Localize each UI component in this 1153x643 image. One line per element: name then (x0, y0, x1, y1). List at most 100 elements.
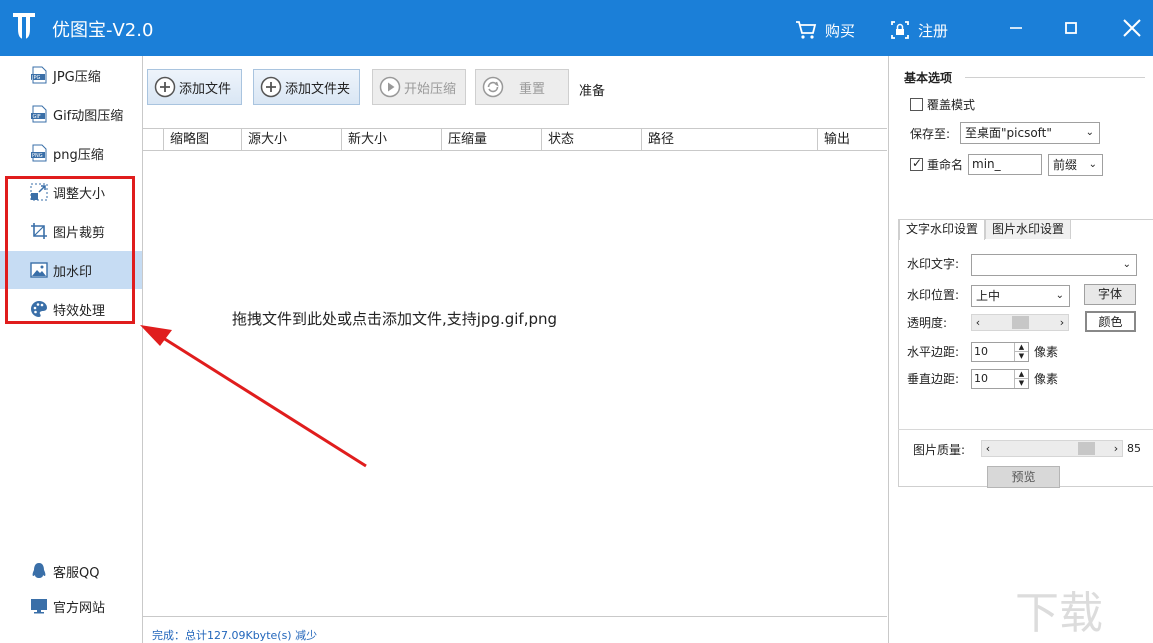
column-header[interactable]: 路径 (641, 129, 817, 150)
save-to-value: 至桌面"picsoft" (965, 126, 1052, 140)
register-lock-icon (891, 21, 909, 39)
add-folder-label: 添加文件夹 (285, 81, 351, 97)
maximize-icon (1065, 22, 1077, 34)
crop-icon (30, 222, 48, 240)
add-file-button[interactable]: 添加文件 (147, 69, 242, 105)
column-header[interactable]: 源大小 (241, 129, 341, 150)
sidebar-item-watermark[interactable]: 加水印 (0, 251, 142, 289)
sidebar-item-label: 特效处理 (53, 303, 106, 319)
quality-slider-thumb[interactable] (1078, 442, 1095, 455)
sidebar-item-crop[interactable]: 图片裁剪 (0, 212, 142, 250)
customer-service-qq[interactable]: 客服QQ (0, 554, 142, 588)
sidebar-item-jpg[interactable]: JPG JPG压缩 (0, 56, 142, 94)
app-logo-icon (13, 13, 35, 39)
color-button[interactable]: 颜色 (1085, 311, 1136, 332)
cart-icon (796, 21, 817, 39)
play-circle-icon (379, 76, 401, 98)
toolbar-status: 准备 (579, 84, 606, 99)
opacity-slider-thumb[interactable] (1012, 316, 1029, 329)
vertical-margin-label: 垂直边距: (907, 372, 960, 386)
quality-label: 图片质量: (913, 443, 966, 457)
chevron-left-icon[interactable]: ‹ (972, 315, 984, 330)
monitor-icon (30, 597, 48, 615)
rename-position-select[interactable]: 前缀 ⌄ (1048, 154, 1103, 176)
quality-slider[interactable]: ‹ › (981, 440, 1123, 457)
overwrite-checkbox[interactable] (910, 98, 923, 111)
preview-button[interactable]: 预览 (987, 466, 1060, 488)
minimize-button[interactable] (1002, 14, 1030, 42)
save-to-select[interactable]: 至桌面"picsoft" ⌄ (960, 122, 1100, 144)
add-circle-icon (154, 76, 176, 98)
tab-image-watermark[interactable]: 图片水印设置 (985, 219, 1072, 239)
basic-options-title: 基本选项 (904, 71, 953, 85)
unit-label: 像素 (1034, 345, 1059, 359)
section-divider (898, 429, 1153, 430)
column-header[interactable]: 输出 (817, 129, 887, 150)
chevron-down-icon: ⌄ (1055, 290, 1064, 301)
sidebar-item-resize[interactable]: 调整大小 (0, 173, 142, 211)
horizontal-margin-stepper[interactable]: 10 ▲ ▼ (971, 342, 1029, 362)
jpg-file-icon: JPG (30, 66, 48, 84)
chevron-down-icon: ⌄ (1088, 159, 1097, 170)
maximize-button[interactable] (1057, 14, 1085, 42)
watermark-text-select[interactable]: ⌄ (971, 254, 1137, 276)
png-file-icon: PNG (30, 144, 48, 162)
watermark-position-select[interactable]: 上中 ⌄ (971, 285, 1070, 307)
close-icon (1123, 19, 1141, 37)
svg-text:下载: 下载 (1015, 588, 1103, 638)
start-compress-button[interactable]: 开始压缩 (372, 69, 466, 105)
refresh-icon (482, 76, 504, 98)
file-table-header: 缩略图 源大小 新大小 压缩量 状态 路径 输出 (143, 128, 887, 151)
column-header[interactable]: 缩略图 (163, 129, 241, 150)
opacity-label: 透明度: (907, 316, 948, 330)
rename-checkbox[interactable] (910, 156, 923, 171)
column-header[interactable]: 压缩量 (441, 129, 541, 150)
sidebar-item-effects[interactable]: 特效处理 (0, 290, 142, 328)
chevron-right-icon[interactable]: › (1056, 315, 1068, 330)
vertical-margin-stepper[interactable]: 10 ▲ ▼ (971, 369, 1029, 389)
watermark-text-label: 水印文字: (907, 257, 960, 271)
add-file-label: 添加文件 (179, 81, 232, 97)
stepper-down-icon[interactable]: ▼ (1014, 379, 1028, 388)
add-folder-button[interactable]: 添加文件夹 (253, 69, 360, 105)
watermark-position-label: 水印位置: (907, 288, 960, 302)
app-title: 优图宝-V2.0 (52, 20, 154, 41)
horizontal-margin-label: 水平边距: (907, 345, 960, 359)
chevron-left-icon[interactable]: ‹ (982, 441, 994, 456)
sidebar-item-label: Gif动图压缩 (53, 108, 124, 124)
register-button[interactable]: 注册 (890, 18, 948, 42)
stepper-down-icon[interactable]: ▼ (1014, 352, 1028, 361)
chevron-down-icon: ⌄ (1085, 127, 1094, 138)
sidebar-item-gif[interactable]: GIF Gif动图压缩 (0, 95, 142, 133)
sidebar-item-label: 调整大小 (53, 186, 106, 202)
options-panel: 基本选项 覆盖模式 保存至: 至桌面"picsoft" ⌄ 重命名 min_ 前… (889, 56, 1153, 643)
close-button[interactable] (1118, 14, 1146, 42)
save-to-label: 保存至: (910, 127, 951, 141)
official-website[interactable]: 官方网站 (0, 589, 142, 623)
buy-button[interactable]: 购买 (795, 18, 855, 42)
sidebar-item-label: 图片裁剪 (53, 225, 106, 241)
column-header[interactable]: 状态 (541, 129, 641, 150)
add-circle-icon (260, 76, 282, 98)
stepper-up-icon[interactable]: ▲ (1014, 343, 1028, 352)
opacity-slider[interactable]: ‹ › (971, 314, 1069, 331)
stepper-up-icon[interactable]: ▲ (1014, 370, 1028, 379)
sidebar-item-png[interactable]: PNG png压缩 (0, 134, 142, 172)
palette-icon (30, 300, 48, 318)
tab-text-watermark[interactable]: 文字水印设置 (899, 219, 986, 240)
svg-text:GIF: GIF (33, 114, 41, 120)
chevron-right-icon[interactable]: › (1110, 441, 1122, 456)
reset-label: 重置 (519, 81, 546, 97)
column-header[interactable]: 新大小 (341, 129, 441, 150)
status-bar: 完成：总计127.09Kbyte(s) 减少 (143, 616, 887, 643)
watermark-position-value: 上中 (976, 289, 1001, 303)
sidebar: JPG JPG压缩 GIF Gif动图压缩 PNG png压缩 调整大小 图片裁… (0, 56, 143, 643)
rename-input[interactable]: min_ (968, 154, 1042, 175)
reset-button[interactable]: 重置 (475, 69, 569, 105)
font-button[interactable]: 字体 (1084, 284, 1136, 305)
group-divider (965, 77, 1145, 78)
start-compress-label: 开始压缩 (404, 81, 457, 97)
unit-label: 像素 (1034, 372, 1059, 386)
qq-penguin-icon (30, 562, 48, 580)
title-bar: 优图宝-V2.0 购买 注册 (0, 0, 1153, 56)
